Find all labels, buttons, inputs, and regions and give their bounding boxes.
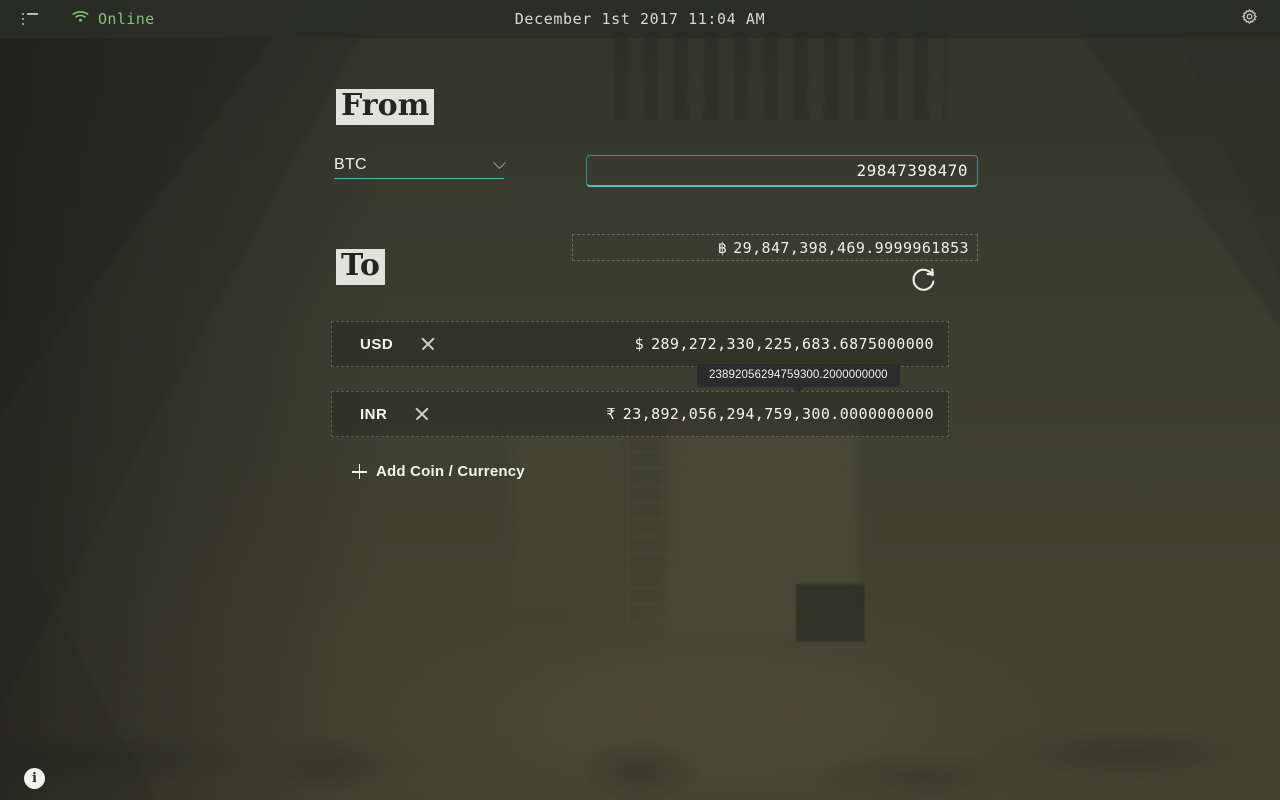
value-tooltip: 23892056294759300.2000000000 [697, 364, 900, 393]
row-value-number: 23,892,056,294,759,300.0000000000 [622, 405, 934, 423]
wifi-icon [72, 10, 89, 28]
refresh-button[interactable] [903, 260, 945, 302]
row-value-number: 289,272,330,225,683.6875000000 [651, 335, 934, 353]
table-row[interactable]: USD $289,272,330,225,683.6875000000 [331, 321, 949, 367]
from-currency-value: BTC [334, 156, 367, 173]
btc-symbol: ฿ [717, 238, 728, 257]
info-icon[interactable]: i [24, 768, 45, 789]
gear-icon[interactable] [1241, 8, 1258, 30]
top-bar-right-group [1241, 0, 1258, 38]
from-currency-select[interactable]: BTC [334, 156, 506, 179]
converter-content: From BTC ฿ 29,847,398,469.9999961853 To … [0, 38, 1280, 800]
row-converted-value: $289,272,330,225,683.6875000000 [635, 335, 934, 353]
row-currency-code: USD [360, 335, 394, 353]
currency-symbol: ₹ [606, 405, 616, 423]
currency-symbol: $ [634, 335, 645, 353]
refresh-icon [907, 262, 941, 301]
connection-status: Online [72, 10, 155, 28]
plus-icon [352, 464, 367, 479]
add-coin-button[interactable]: Add Coin / Currency [352, 463, 525, 480]
connection-status-label: Online [98, 10, 155, 28]
row-currency-code: INR [360, 405, 388, 423]
top-bar-left-group: Online [0, 10, 155, 28]
add-coin-label: Add Coin / Currency [376, 463, 525, 480]
top-bar: Online December 1st 2017 11:04 AM [0, 0, 1280, 38]
row-converted-value: ₹23,892,056,294,759,300.0000000000 [606, 405, 934, 423]
close-icon[interactable] [419, 335, 437, 353]
to-section-label: To [336, 249, 385, 286]
from-readout-value: 29,847,398,469.9999961853 [733, 238, 969, 257]
from-amount-readout: ฿ 29,847,398,469.9999961853 [572, 234, 978, 261]
clock-label: December 1st 2017 11:04 AM [514, 10, 766, 28]
list-icon[interactable] [22, 12, 38, 26]
from-amount-input[interactable] [586, 155, 978, 187]
table-row[interactable]: INR ₹23,892,056,294,759,300.0000000000 [331, 391, 949, 437]
from-section-label: From [336, 89, 435, 126]
close-icon[interactable] [413, 405, 431, 423]
chevron-down-icon [493, 156, 506, 170]
